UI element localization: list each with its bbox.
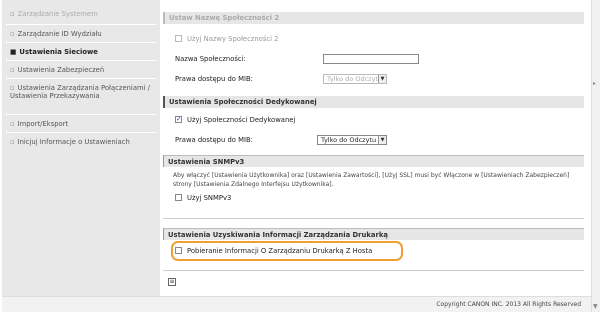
scroll-down-icon[interactable]: ▼ — [593, 303, 598, 310]
community-name-label: Nazwa Społeczności: — [175, 55, 246, 63]
section-divider — [163, 218, 584, 219]
printer-info-from-host-checkbox[interactable] — [175, 247, 182, 254]
sidebar-divider — [6, 114, 156, 115]
footer: Copyright CANON INC. 2013 All Rights Res… — [2, 296, 591, 312]
scroll-indicator-icon: ▸ — [593, 80, 597, 87]
sidebar-item-connection-settings[interactable]: ▫ Ustawienia Zarządzania Połączeniami / U… — [10, 84, 150, 100]
arrow-icon: ▫ — [10, 84, 15, 92]
sidebar: ▫ Zarządzanie Systemem ▫ Zarządzanie ID Wy… — [2, 0, 160, 296]
community-name-input[interactable] — [323, 54, 419, 64]
dedicated-mib-access-label: Prawa dostępu do MIB: — [175, 136, 253, 144]
sidebar-item-network-settings[interactable]: ■ Ustawienia Sieciowe — [10, 48, 98, 56]
chevron-down-icon[interactable]: ▼ — [378, 136, 386, 144]
mib-access-select[interactable]: Tylko do Odczytu ▼ — [323, 74, 387, 84]
section-header-dedicated-community: Ustawienia Społeczności Dedykowanej — [163, 96, 584, 108]
section-divider — [163, 270, 584, 271]
sidebar-divider — [6, 24, 156, 25]
mib-access-label: Prawa dostępu do MIB: — [175, 75, 253, 83]
copyright-text: Copyright CANON INC. 2013 All Rights Res… — [436, 301, 581, 308]
use-dedicated-community-row[interactable]: Użyj Społeczności Dedykowanej — [175, 114, 295, 125]
section-header-printer-management: Ustawienia Uzyskiwania Informacji Zarząd… — [163, 228, 584, 240]
arrow-icon: ▫ — [10, 30, 15, 38]
arrow-icon: ▫ — [10, 120, 15, 128]
arrow-icon: ▫ — [10, 10, 15, 18]
use-community-2-row[interactable]: Użyj Nazwy Społeczności 2 — [175, 34, 279, 44]
dedicated-mib-access-select[interactable]: Tylko do Odczytu ▼ — [317, 135, 387, 145]
sidebar-divider — [6, 132, 156, 133]
vertical-scrollbar[interactable]: ▸ ▼ — [591, 0, 600, 312]
section-header-snmpv3: Ustawienia SNMPv3 — [163, 155, 584, 167]
sidebar-item-department-id[interactable]: ▫ Zarządzanie ID Wydziału — [10, 30, 102, 38]
sidebar-divider — [6, 78, 156, 79]
sidebar-divider — [6, 60, 156, 61]
use-snmpv3-row[interactable]: Użyj SNMPv3 — [175, 193, 231, 203]
sidebar-divider — [6, 42, 156, 43]
sidebar-item-security-settings[interactable]: ▫ Ustawienia Zabezpieczeń — [10, 66, 104, 74]
list-icon[interactable]: ≡ — [168, 278, 176, 286]
use-dedicated-community-checkbox[interactable] — [175, 114, 182, 124]
arrow-icon: ■ — [10, 48, 17, 56]
printer-info-from-host-row[interactable]: Pobieranie Informacji O Zarządzaniu Druk… — [175, 246, 372, 256]
use-community-2-checkbox[interactable] — [175, 35, 182, 42]
sidebar-item-initialize-settings[interactable]: ▫ Inicjuj Informacje o Ustawieniach — [10, 138, 130, 146]
use-snmpv3-checkbox[interactable] — [175, 194, 182, 201]
main-content: Ustaw Nazwę Społeczności 2 Użyj Nazwy Sp… — [163, 0, 589, 296]
section-header-community-name-2: Ustaw Nazwę Społeczności 2 — [163, 12, 584, 24]
snmpv3-description: Aby włączyć [Ustawienia Użytkownika] ora… — [173, 172, 570, 188]
sidebar-item-system-management[interactable]: ▫ Zarządzanie Systemem — [10, 10, 98, 18]
arrow-icon: ▫ — [10, 66, 15, 74]
arrow-icon: ▫ — [10, 138, 15, 146]
sidebar-item-import-export[interactable]: ▫ Import/Eksport — [10, 120, 68, 128]
chevron-down-icon[interactable]: ▼ — [378, 75, 386, 83]
